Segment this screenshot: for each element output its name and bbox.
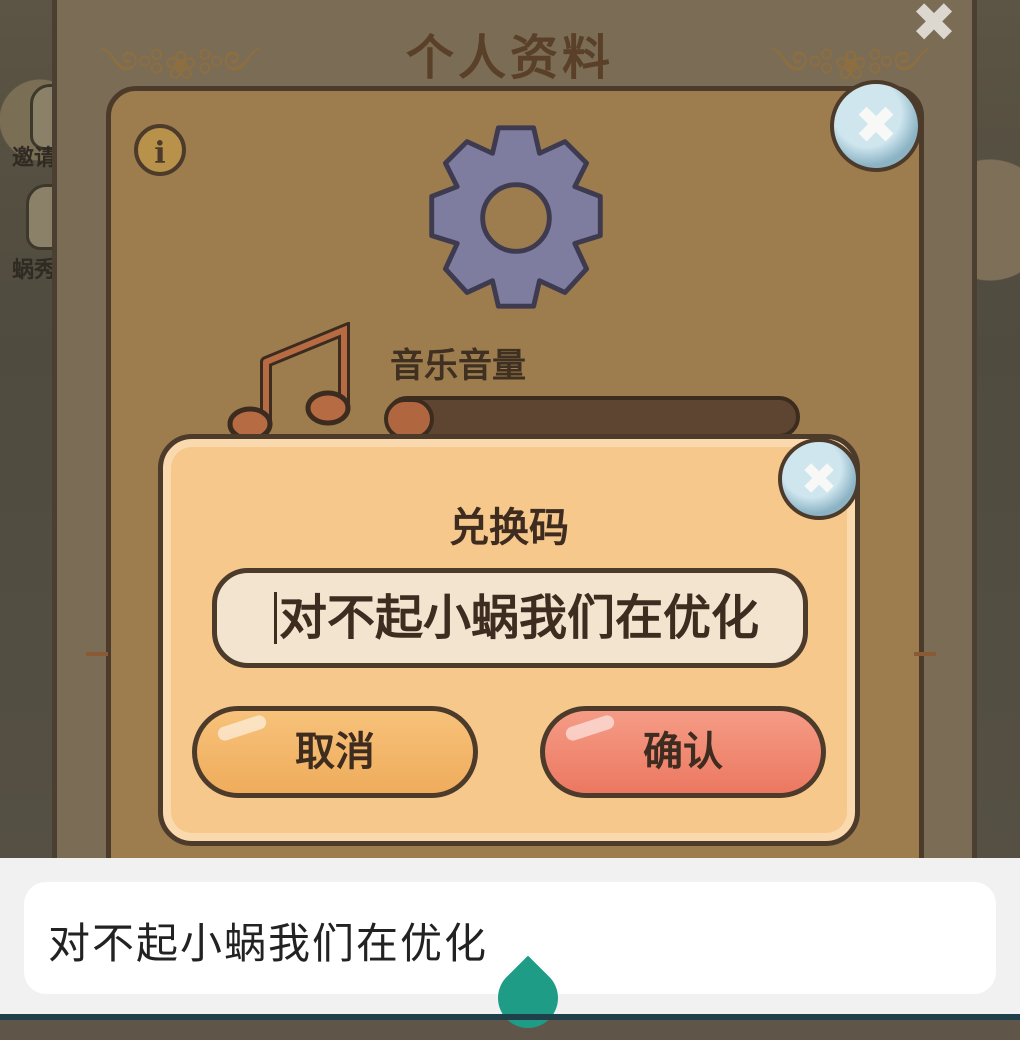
info-icon[interactable]: i (134, 124, 186, 176)
close-icon: ✖ (854, 96, 898, 156)
bottom-edge (0, 1014, 1020, 1020)
ime-candidate-text[interactable]: 对不起小蜗我们在优化 (48, 910, 488, 971)
music-volume-slider[interactable] (386, 396, 800, 438)
divider-right (914, 652, 936, 656)
cancel-button[interactable]: 取消 (192, 706, 478, 798)
profile-title: 个人资料 (405, 30, 614, 86)
confirm-button[interactable]: 确认 (540, 706, 826, 798)
side-label-show: 蜗秀 (12, 258, 57, 283)
divider-left (86, 652, 108, 656)
close-icon[interactable]: ✖ (905, 0, 963, 52)
redeem-code-input[interactable]: 对不起小蜗我们在优化 (212, 568, 808, 668)
side-label-invite: 邀请 (12, 146, 57, 171)
settings-close-button[interactable]: ✖ (830, 80, 922, 172)
gear-icon[interactable] (418, 120, 614, 316)
music-note-icon (227, 322, 351, 442)
redeem-title: 兑换码 (449, 505, 569, 551)
music-volume-label: 音乐音量 (390, 346, 526, 386)
text-caret (274, 592, 277, 644)
